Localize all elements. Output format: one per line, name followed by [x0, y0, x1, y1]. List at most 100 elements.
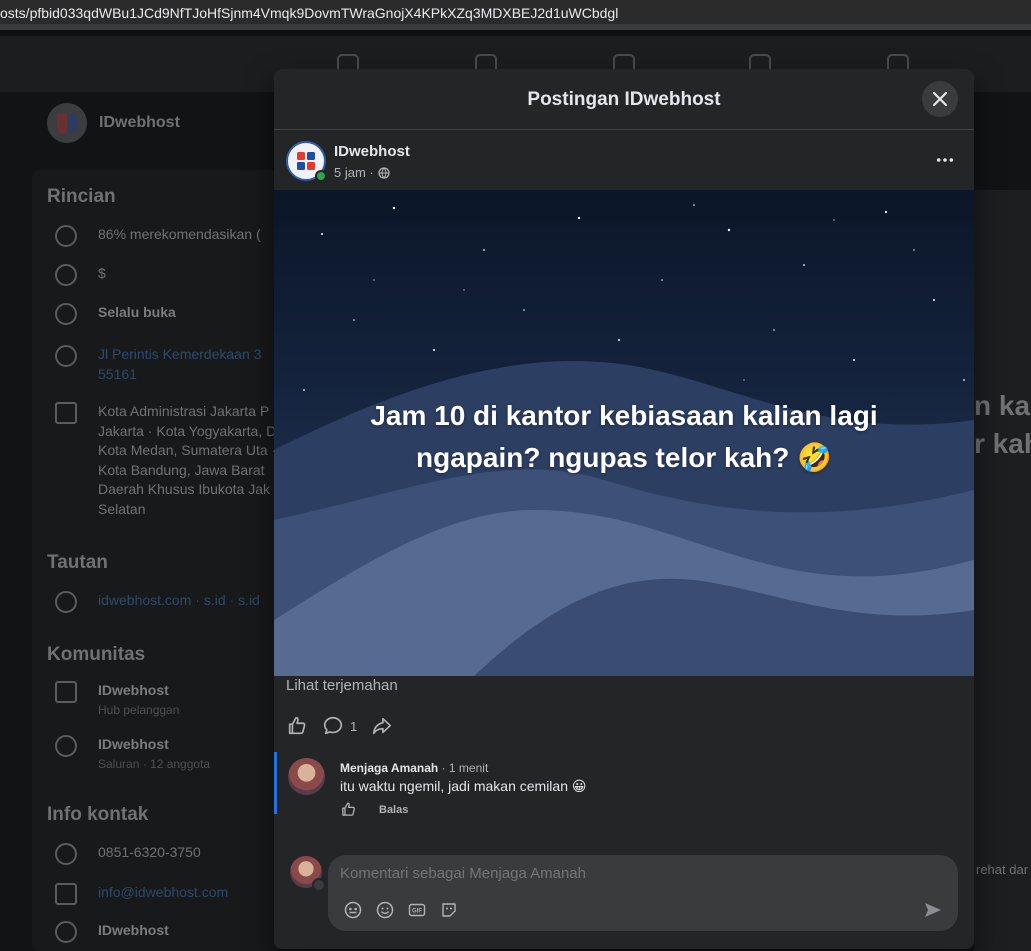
- email-text: info@idwebhost.com: [98, 884, 229, 900]
- idwebhost-logo-icon: [297, 152, 315, 170]
- messenger-text: IDwebhost: [98, 922, 169, 938]
- email-row: info@idwebhost.com: [55, 883, 278, 905]
- sticker-button[interactable]: [438, 899, 460, 921]
- background-right-panel: n ka r kah rehat dar: [974, 190, 1031, 951]
- post-image[interactable]: Jam 10 di kantor kebiasaan kalian lagi n…: [274, 190, 974, 676]
- author-name[interactable]: IDwebhost: [334, 143, 410, 160]
- background-page-name: IDwebhost: [99, 114, 180, 131]
- messenger-icon: [55, 921, 77, 943]
- comment-time[interactable]: · 1 menit: [442, 761, 489, 775]
- my-avatar[interactable]: [290, 856, 326, 892]
- close-icon: [932, 91, 948, 107]
- online-status-dot: [315, 170, 327, 182]
- comment-button[interactable]: 1: [322, 715, 357, 737]
- comment-count: 1: [350, 718, 358, 734]
- address-text: Jl Perintis Kemerdekaan 3: [98, 346, 262, 362]
- community2-sub: Saluran · 12 anggota: [98, 756, 211, 771]
- send-icon[interactable]: [922, 899, 944, 921]
- recommend-text: 86% merekomendasikan (: [98, 226, 261, 242]
- channel-icon: [55, 735, 77, 757]
- composer-tools: GIF: [342, 899, 470, 921]
- like-button[interactable]: [286, 715, 308, 737]
- post-actions: 1: [286, 715, 407, 737]
- link-icon: [55, 591, 77, 613]
- comment-input[interactable]: [340, 865, 920, 882]
- comment-actions: Balas: [340, 801, 408, 818]
- thumbs-up-icon: [288, 716, 306, 735]
- background-avatar: [47, 103, 87, 143]
- community1-sub: Hub pelanggan: [98, 702, 180, 717]
- details-heading: Rincian: [47, 186, 116, 207]
- share-button[interactable]: [371, 715, 393, 737]
- links-row: idwebhost.com · s.id · s.id: [55, 591, 278, 613]
- contact-heading: Info kontak: [47, 804, 149, 825]
- community-shield-icon: [55, 681, 77, 703]
- right-snippet-2: r kah: [974, 428, 1031, 459]
- emoji-icon: [376, 901, 394, 919]
- url-text: osts/pfbid033qdWBu1JCd9NfTJoHfSjnm4Vmqk9…: [0, 5, 619, 21]
- gif-icon: GIF: [408, 903, 426, 917]
- avatar-sticker-icon: [344, 901, 362, 919]
- post-image-text: Jam 10 di kantor kebiasaan kalian lagi n…: [370, 400, 878, 473]
- address-row: Jl Perintis Kemerdekaan 3 55161: [55, 345, 278, 384]
- address-bar[interactable]: osts/pfbid033qdWBu1JCd9NfTJoHfSjnm4Vmqk9…: [0, 0, 1031, 30]
- chevron-down-icon[interactable]: [312, 878, 326, 892]
- community-row-1: IDwebhost Hub pelanggan: [55, 681, 278, 720]
- phone-text: 0851-6320-3750: [98, 844, 201, 860]
- background-profile-header: IDwebhost: [47, 103, 180, 143]
- avatar-sticker-button[interactable]: [342, 899, 364, 921]
- comment-composer: GIF: [274, 855, 974, 949]
- gif-button[interactable]: GIF: [406, 899, 428, 921]
- commenter-avatar[interactable]: [288, 758, 325, 795]
- right-snippet-1: n ka: [974, 390, 1031, 421]
- areas-row: Kota Administrasi Jakarta P Jakarta · Ko…: [55, 402, 278, 519]
- share-icon: [373, 717, 392, 735]
- globe-icon: [378, 166, 390, 179]
- hours-text: Selalu buka: [98, 304, 176, 320]
- sticker-icon: [442, 903, 456, 917]
- phone-row: 0851-6320-3750: [55, 843, 278, 865]
- modal-title: Postingan IDwebhost: [527, 89, 721, 110]
- clock-icon: [55, 303, 77, 325]
- hours-row: Selalu buka: [55, 303, 278, 325]
- post-time[interactable]: 5 jam ·: [334, 165, 374, 180]
- new-comment-indicator: [274, 752, 277, 814]
- svg-text:GIF: GIF: [412, 909, 422, 915]
- reply-button[interactable]: Balas: [379, 804, 408, 816]
- messenger-row: IDwebhost: [55, 921, 278, 943]
- price-text: $: [98, 265, 106, 281]
- comment-icon: [323, 716, 343, 735]
- post-meta: 5 jam ·: [334, 165, 390, 180]
- post-header: IDwebhost 5 jam ·: [274, 130, 974, 190]
- community1-name: IDwebhost: [98, 682, 169, 698]
- comment-item: Menjaga Amanah · 1 menit itu waktu ngemi…: [274, 752, 974, 816]
- more-options-button[interactable]: [932, 148, 958, 172]
- dollar-icon: [55, 264, 77, 286]
- emoji-button[interactable]: [374, 899, 396, 921]
- map-pin-icon: [55, 345, 77, 367]
- comment-box[interactable]: GIF: [328, 855, 958, 931]
- price-row: $: [55, 264, 278, 286]
- areas-text: Kota Administrasi Jakarta P Jakarta · Ko…: [98, 403, 277, 517]
- author-avatar[interactable]: [286, 141, 327, 182]
- see-translation-link[interactable]: Lihat terjemahan: [286, 677, 398, 694]
- post-modal: Postingan IDwebhost IDwebhost 5 jam · Ja…: [274, 69, 974, 949]
- map-icon: [55, 402, 77, 424]
- community-row-2: IDwebhost Saluran · 12 anggota: [55, 735, 278, 774]
- right-snippet-3: rehat dar: [976, 862, 1029, 877]
- recommend-row: 86% merekomendasikan (: [55, 225, 278, 247]
- comment-like-icon[interactable]: [340, 801, 357, 818]
- address-zip: 55161: [98, 365, 137, 382]
- community-heading: Komunitas: [47, 644, 146, 665]
- community2-name: IDwebhost: [98, 736, 169, 752]
- close-button[interactable]: [922, 81, 958, 117]
- links-heading: Tautan: [47, 552, 108, 573]
- star-icon: [55, 225, 77, 247]
- more-dots-icon: [936, 158, 954, 162]
- phone-icon: [55, 843, 77, 865]
- modal-header: Postingan IDwebhost: [274, 69, 974, 130]
- comment-text: itu waktu ngemil, jadi makan cemilan 😀: [340, 778, 587, 794]
- links-text: idwebhost.com · s.id · s.id: [98, 592, 260, 608]
- mail-icon: [55, 883, 77, 905]
- commenter-name[interactable]: Menjaga Amanah: [340, 761, 438, 775]
